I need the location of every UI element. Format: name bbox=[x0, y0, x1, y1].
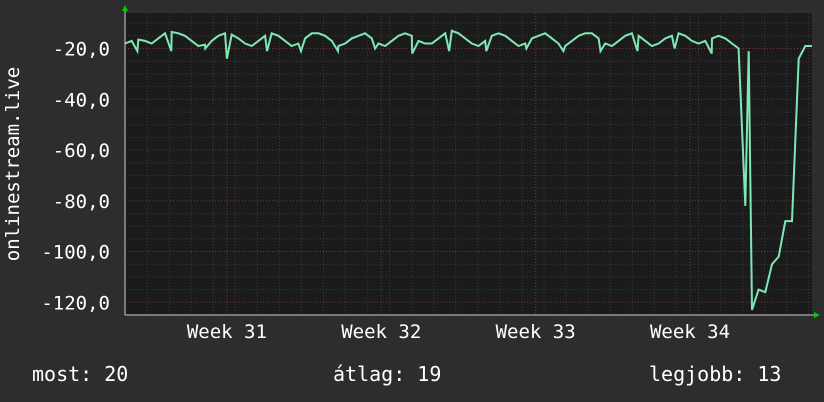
y-axis-arrow-icon bbox=[122, 5, 128, 11]
y-tick-label: -40,0 bbox=[53, 89, 110, 111]
x-tick-label: Week 31 bbox=[187, 321, 267, 343]
y-axis-ticks: -20,0 -40,0 -60,0 -80,0 -100,0 -120,0 bbox=[41, 39, 110, 315]
y-tick-label: -60,0 bbox=[53, 140, 110, 162]
x-tick-label: Week 33 bbox=[496, 321, 576, 343]
x-axis-arrow-icon bbox=[814, 312, 820, 318]
y-axis-label: onlinestream.live bbox=[2, 67, 24, 261]
legend-average: átlag: 19 bbox=[333, 362, 442, 386]
x-tick-label: Week 34 bbox=[650, 321, 730, 343]
legend-best: legjobb: 13 bbox=[649, 362, 782, 386]
y-tick-label: -80,0 bbox=[53, 191, 110, 213]
y-tick-label: -120,0 bbox=[41, 292, 110, 314]
chart: -20,0 -40,0 -60,0 -80,0 -100,0 -120,0 Week 31… bbox=[2, 5, 820, 343]
y-tick-label: -20,0 bbox=[53, 39, 110, 61]
y-tick-label: -100,0 bbox=[41, 242, 110, 264]
x-tick-label: Week 32 bbox=[341, 321, 421, 343]
plot-area bbox=[125, 13, 812, 315]
legend-current: most: 20 bbox=[32, 362, 129, 386]
x-axis-ticks: Week 31 Week 32 Week 33 Week 34 bbox=[187, 321, 730, 343]
